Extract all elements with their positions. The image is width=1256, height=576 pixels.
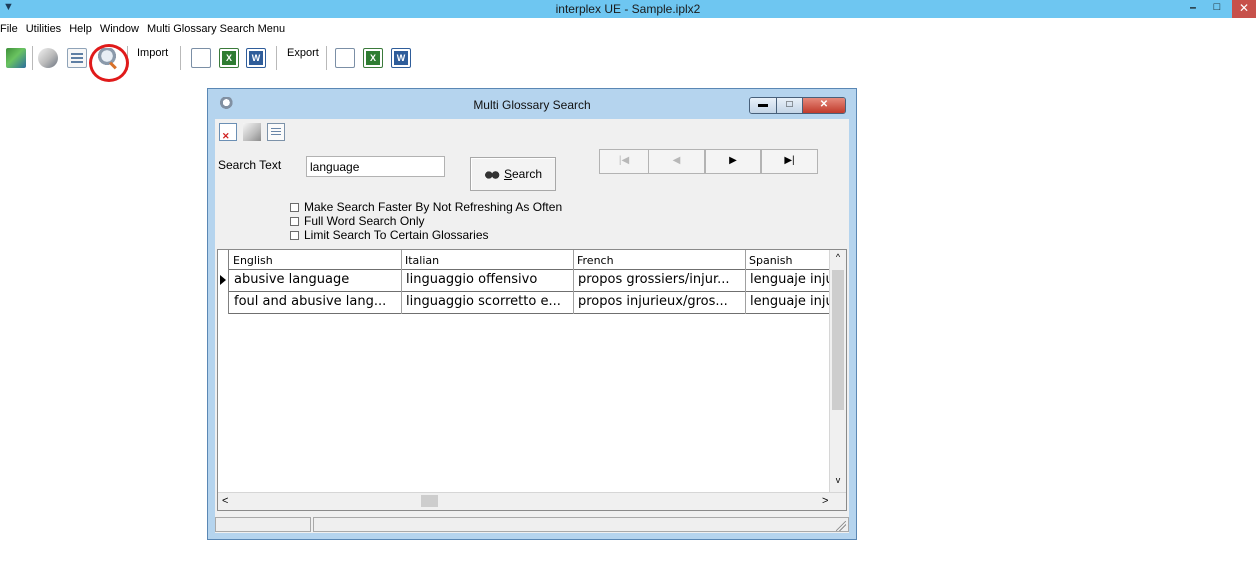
cell-english[interactable]: abusive language [230, 270, 402, 292]
scroll-left-icon[interactable]: < [222, 495, 228, 507]
horizontal-scrollbar[interactable]: < > [218, 492, 846, 510]
cell-italian[interactable]: linguaggio scorretto e... [402, 292, 574, 314]
menu-utilities[interactable]: Utilities [22, 23, 65, 35]
scroll-right-icon[interactable]: > [822, 495, 828, 507]
dialog-minimize-button[interactable]: ▬ [750, 98, 777, 113]
import-label: Import [137, 47, 169, 59]
menu-multi-glossary-search[interactable]: Multi Glossary Search Menu [143, 23, 289, 35]
nav-next-button[interactable]: ▶ [705, 149, 761, 174]
column-header-french[interactable]: French [574, 250, 746, 270]
table-row[interactable]: abusive language linguaggio offensivo pr… [218, 270, 846, 292]
tools-icon[interactable] [38, 48, 58, 68]
resize-grip-icon[interactable] [836, 521, 846, 531]
import-excel-icon[interactable] [219, 48, 239, 68]
horizontal-scroll-thumb[interactable] [421, 495, 438, 507]
search-button[interactable]: Search [470, 157, 556, 191]
dialog-window-controls: ▬ □ ✕ [749, 97, 846, 114]
vertical-scrollbar[interactable]: ^ v [829, 250, 846, 493]
menu-file[interactable]: File [0, 23, 22, 35]
glossary-cube-icon[interactable] [243, 123, 261, 141]
cell-spanish[interactable]: lenguaje inju [746, 270, 831, 292]
window-title: interplex UE - Sample.iplx2 [555, 2, 701, 16]
search-text-label: Search Text [218, 158, 282, 172]
close-glossary-icon[interactable] [219, 123, 237, 142]
export-label: Export [287, 47, 319, 59]
full-word-label: Full Word Search Only [304, 214, 425, 228]
menu-bar: File Utilities Help Window Multi Glossar… [0, 20, 289, 38]
status-panel [215, 517, 311, 532]
limit-glossaries-label: Limit Search To Certain Glossaries [304, 228, 489, 242]
maximize-button[interactable]: □ [1206, 0, 1228, 16]
grid-header: English Italian French Spanish [218, 250, 846, 270]
cell-english[interactable]: foul and abusive lang... [230, 292, 402, 314]
column-header-italian[interactable]: Italian [402, 250, 574, 270]
export-text-icon[interactable] [335, 48, 355, 68]
nav-prev-button[interactable]: ◀ [648, 149, 705, 174]
cell-french[interactable]: propos injurieux/gros... [574, 292, 746, 314]
fast-search-checkbox[interactable] [290, 202, 299, 212]
export-word-icon[interactable] [391, 48, 411, 68]
option-full-word[interactable]: Full Word Search Only [290, 214, 425, 228]
limit-glossaries-checkbox[interactable] [290, 230, 299, 240]
column-header-spanish[interactable]: Spanish [746, 250, 831, 270]
row-indicator-header [218, 250, 229, 270]
multi-glossary-search-dialog: Multi Glossary Search ▬ □ ✕ Search Text … [207, 88, 857, 540]
dialog-title-bar[interactable]: Multi Glossary Search ▬ □ ✕ [208, 89, 856, 119]
import-word-icon[interactable] [246, 48, 266, 68]
row-indicator [218, 270, 229, 292]
scroll-up-icon[interactable]: ^ [830, 252, 846, 262]
option-limit-glossaries[interactable]: Limit Search To Certain Glossaries [290, 228, 489, 242]
toolbar-separator [326, 46, 327, 70]
exit-icon[interactable] [6, 48, 26, 68]
fast-search-label: Make Search Faster By Not Refreshing As … [304, 200, 563, 214]
cell-italian[interactable]: linguaggio offensivo [402, 270, 574, 292]
highlight-circle-annotation [89, 44, 129, 82]
minimize-button[interactable]: – [1182, 0, 1204, 16]
column-header-english[interactable]: English [230, 250, 402, 270]
search-button-label: Search [503, 167, 543, 181]
export-excel-icon[interactable] [363, 48, 383, 68]
main-title-bar: ▼ interplex UE - Sample.iplx2 – □ ✕ [0, 0, 1256, 18]
import-text-icon[interactable] [191, 48, 211, 68]
table-row[interactable]: foul and abusive lang... linguaggio scor… [218, 292, 846, 314]
status-bar [215, 515, 849, 533]
toolbar-separator [32, 46, 33, 70]
results-grid: English Italian French Spanish abusive l… [217, 249, 847, 511]
status-panel [313, 517, 849, 532]
full-word-checkbox[interactable] [290, 216, 299, 226]
row-indicator [218, 292, 229, 314]
cell-french[interactable]: propos grossiers/injur... [574, 270, 746, 292]
option-fast-search[interactable]: Make Search Faster By Not Refreshing As … [290, 200, 562, 214]
close-button[interactable]: ✕ [1232, 0, 1256, 18]
binoculars-icon [483, 169, 500, 179]
menu-help[interactable]: Help [65, 23, 96, 35]
glossary-doc-icon[interactable] [267, 123, 285, 141]
dialog-close-button[interactable]: ✕ [803, 98, 845, 113]
cell-spanish[interactable]: lenguaje inju [746, 292, 831, 314]
vertical-scroll-thumb[interactable] [832, 270, 844, 410]
current-row-arrow-icon [220, 275, 226, 285]
document-icon[interactable] [67, 48, 87, 68]
nav-last-button[interactable]: ▶| [761, 149, 818, 174]
menu-window[interactable]: Window [96, 23, 143, 35]
dialog-maximize-button[interactable]: □ [777, 98, 803, 113]
toolbar-separator [180, 46, 181, 70]
dialog-client-area: Search Text Search |◀ ◀ ▶ ▶| Make Search… [215, 119, 849, 533]
toolbar-separator [276, 46, 277, 70]
search-input[interactable] [306, 156, 445, 177]
nav-first-button[interactable]: |◀ [599, 149, 649, 174]
scroll-down-icon[interactable]: v [830, 475, 846, 485]
